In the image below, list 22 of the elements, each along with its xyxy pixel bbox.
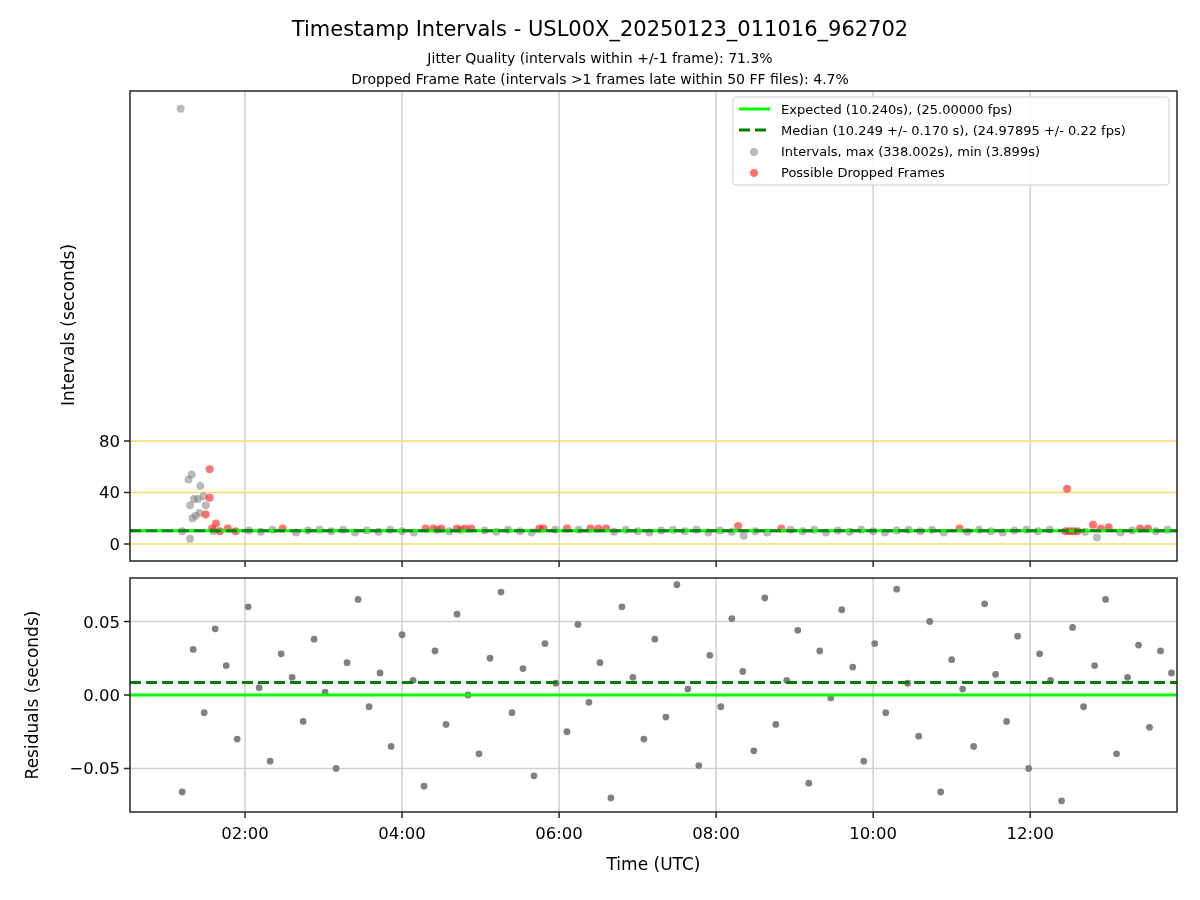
figure-subtitle: Jitter Quality (intervals within +/-1 frame): 71.3% (427, 49, 773, 68)
legend-label: Median (10.249 +/- 0.170 s), (24.97895 +/- 0.22 fps) (781, 123, 1126, 138)
tick-label: 02:00 (221, 824, 269, 843)
tick-label: 40 (99, 483, 120, 503)
legend-label: Possible Dropped Frames (781, 165, 945, 180)
legend-label: Intervals, max (338.002s), min (3.899s) (781, 144, 1040, 159)
legend-label: Expected (10.240s), (25.00000 fps) (781, 102, 1013, 117)
figure-subtitle: Dropped Frame Rate (intervals >1 frames late within 50 FF files): 4.7% (351, 70, 849, 89)
figure-title: Timestamp Intervals - USL00X_20250123_011016_962702 (291, 17, 909, 41)
tick-label: 04:00 (378, 824, 426, 843)
tick-label: 0.05 (83, 612, 120, 632)
tick-label: 06:00 (535, 824, 583, 843)
tick-label: 10:00 (849, 824, 897, 843)
tick-label: −0.05 (69, 759, 120, 779)
tick-label: 08:00 (692, 824, 740, 843)
axis-label: Time (UTC) (606, 854, 701, 874)
axis-label: Intervals (seconds) (58, 243, 78, 407)
axis-label: Residuals (seconds) (22, 610, 42, 780)
tick-label: 0 (109, 535, 120, 554)
tick-label: 12:00 (1006, 824, 1054, 843)
tick-label: 0.00 (83, 686, 120, 705)
tick-label: 80 (99, 432, 120, 451)
